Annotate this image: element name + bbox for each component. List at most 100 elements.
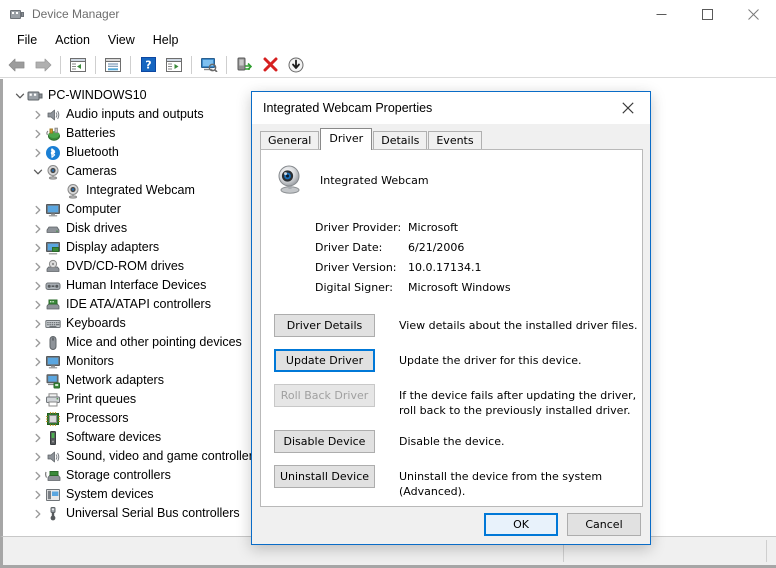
storage-controller-icon (45, 468, 61, 484)
driver-details-description: View details about the installed driver … (399, 314, 638, 333)
chevron-right-icon[interactable] (31, 355, 45, 369)
menu-file[interactable]: File (8, 30, 46, 50)
minimize-button[interactable] (638, 0, 684, 28)
driver-details-button[interactable]: Driver Details (274, 314, 375, 337)
chevron-right-icon[interactable] (31, 393, 45, 407)
disable-device-button[interactable]: Disable Device (274, 430, 375, 453)
battery-icon (45, 126, 61, 142)
tab-driver[interactable]: Driver (320, 128, 372, 150)
action-row-roll-back-driver: Roll Back Driver If the device fails aft… (274, 384, 642, 418)
tab-general[interactable]: General (260, 131, 319, 150)
dialog-close-button[interactable] (606, 92, 650, 123)
roll-back-driver-button: Roll Back Driver (274, 384, 375, 407)
status-panel-3 (767, 537, 776, 565)
info-key: Driver Date: (315, 241, 408, 254)
question-mark-icon[interactable]: ? (136, 54, 160, 76)
console-tree-icon[interactable] (162, 54, 186, 76)
info-key: Driver Provider: (315, 221, 408, 234)
info-value: 6/21/2006 (408, 241, 464, 254)
tree-node-label: Disk drives (66, 219, 127, 238)
tree-node-label: Computer (66, 200, 121, 219)
chevron-right-icon[interactable] (31, 507, 45, 521)
bluetooth-icon (45, 145, 61, 161)
chevron-right-icon[interactable] (31, 127, 45, 141)
menu-action[interactable]: Action (46, 30, 99, 50)
device-manager-icon (9, 6, 25, 22)
action-row-disable-device: Disable Device Disable the device. (274, 430, 642, 453)
menu-view[interactable]: View (99, 30, 144, 50)
tree-node-label: Cameras (66, 162, 117, 181)
chevron-right-icon[interactable] (31, 412, 45, 426)
tab-events[interactable]: Events (428, 131, 481, 150)
device-header: Integrated Webcam (261, 150, 642, 200)
dialog-title-bar: Integrated Webcam Properties (252, 92, 650, 124)
info-row-driver-version: Driver Version: 10.0.17134.1 (315, 257, 642, 277)
title-bar: Device Manager (0, 0, 776, 28)
chevron-right-icon[interactable] (31, 450, 45, 464)
usb-icon (45, 506, 61, 522)
tree-node-label: System devices (66, 485, 154, 504)
tree-node-label: Processors (66, 409, 129, 428)
system-device-icon (45, 487, 61, 503)
webcam-icon (274, 163, 306, 200)
monitor-scan-icon[interactable] (197, 54, 221, 76)
disable-device-description: Disable the device. (399, 430, 504, 449)
tree-node-label: DVD/CD-ROM drives (66, 257, 184, 276)
forward-arrow-icon[interactable] (31, 54, 55, 76)
tree-node-label: Universal Serial Bus controllers (66, 504, 240, 523)
uninstall-device-button[interactable]: Uninstall Device (274, 465, 375, 488)
chevron-right-icon[interactable] (31, 374, 45, 388)
chevron-right-icon[interactable] (31, 469, 45, 483)
maximize-button[interactable] (684, 0, 730, 28)
driver-actions: Driver Details View details about the in… (274, 314, 642, 499)
update-driver-icon[interactable] (232, 54, 256, 76)
cancel-button[interactable]: Cancel (567, 513, 641, 536)
chevron-right-icon[interactable] (31, 108, 45, 122)
separator (130, 56, 131, 74)
chevron-right-icon[interactable] (31, 241, 45, 255)
down-arrow-circle-icon[interactable] (284, 54, 308, 76)
chevron-down-icon[interactable] (31, 165, 45, 179)
chevron-right-icon[interactable] (31, 203, 45, 217)
chevron-right-icon[interactable] (31, 279, 45, 293)
chevron-right-icon[interactable] (31, 146, 45, 160)
chevron-right-icon[interactable] (31, 488, 45, 502)
chevron-right-icon[interactable] (31, 431, 45, 445)
chevron-right-icon[interactable] (31, 222, 45, 236)
svg-text:?: ? (145, 59, 151, 72)
chevron-right-icon[interactable] (31, 317, 45, 331)
back-arrow-icon[interactable] (5, 54, 29, 76)
display-adapter-icon (45, 240, 61, 256)
info-row-driver-date: Driver Date: 6/21/2006 (315, 237, 642, 257)
menu-help[interactable]: Help (144, 30, 188, 50)
tree-node-label: Human Interface Devices (66, 276, 206, 295)
window-list-icon[interactable] (66, 54, 90, 76)
update-driver-description: Update the driver for this device. (399, 349, 582, 368)
device-name: Integrated Webcam (320, 174, 429, 187)
dialog-title: Integrated Webcam Properties (263, 101, 432, 115)
red-x-icon[interactable] (258, 54, 282, 76)
separator (191, 56, 192, 74)
tree-node-label: IDE ATA/ATAPI controllers (66, 295, 211, 314)
ok-button[interactable]: OK (484, 513, 558, 536)
chevron-right-icon[interactable] (31, 260, 45, 274)
properties-window-icon[interactable] (101, 54, 125, 76)
tree-node-label: Storage controllers (66, 466, 171, 485)
chevron-right-icon[interactable] (31, 336, 45, 350)
close-button[interactable] (730, 0, 776, 28)
tree-node-label: Batteries (66, 124, 115, 143)
printer-icon (45, 392, 61, 408)
separator (60, 56, 61, 74)
update-driver-button[interactable]: Update Driver (274, 349, 375, 372)
info-row-digital-signer: Digital Signer: Microsoft Windows (315, 277, 642, 297)
dvd-drive-icon (45, 259, 61, 275)
integrated-webcam-properties-dialog: Integrated Webcam Properties General Dri… (251, 91, 651, 545)
disk-drive-icon (45, 221, 61, 237)
driver-info-list: Driver Provider: Microsoft Driver Date: … (315, 217, 642, 297)
tree-node-label: Bluetooth (66, 143, 119, 162)
tree-node-label: Monitors (66, 352, 114, 371)
chevron-right-icon[interactable] (31, 298, 45, 312)
dialog-tabs: General Driver Details Events (260, 128, 650, 150)
tab-details[interactable]: Details (373, 131, 427, 150)
chevron-down-icon[interactable] (13, 89, 27, 103)
